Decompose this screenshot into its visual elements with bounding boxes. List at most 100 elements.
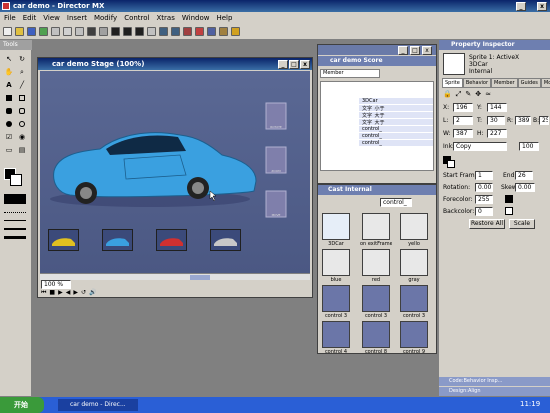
checkbox-tool-icon[interactable]: ☑ (4, 132, 14, 142)
menu-view[interactable]: View (43, 14, 60, 22)
stage-canvas[interactable]: ROTATE ZOOM MOVE (40, 71, 310, 273)
rewind-icon[interactable] (111, 27, 120, 36)
w-field[interactable]: 387 (453, 129, 473, 138)
property-icon[interactable] (183, 27, 192, 36)
skew-field[interactable]: 0.00 (515, 183, 535, 192)
message-icon[interactable] (219, 27, 228, 36)
save-icon[interactable] (27, 27, 36, 36)
score-collapse-button[interactable]: _ (398, 46, 408, 55)
score-sprite-row[interactable]: 文字_大于 (359, 112, 433, 119)
ellipse-icon[interactable] (17, 119, 27, 129)
find-icon[interactable] (99, 27, 108, 36)
pi-tab-movie[interactable]: Movie (540, 78, 550, 88)
pi-tab-behavior[interactable]: Behavior (462, 78, 492, 88)
undo-icon[interactable] (87, 27, 96, 36)
score-sprite-row[interactable]: 3DCar (359, 98, 433, 105)
cast-member-thumbnail[interactable] (400, 321, 428, 348)
background-color-swatch[interactable] (10, 174, 22, 186)
loop-icon[interactable]: ↺ (81, 289, 86, 297)
menu-xtras[interactable]: Xtras (157, 14, 175, 22)
cast-member-thumbnail[interactable] (322, 321, 350, 348)
hand-tool-icon[interactable]: ✋ (4, 67, 14, 77)
end-frame-field[interactable]: 26 (515, 171, 533, 180)
rotate-tool-icon[interactable]: ↻ (17, 54, 27, 64)
blue-car-thumbnail[interactable] (102, 229, 133, 251)
red-car-thumbnail[interactable] (156, 229, 187, 251)
cast-member-thumbnail[interactable] (400, 285, 428, 312)
score-sprite-row[interactable]: 文字_小于 (359, 105, 433, 112)
cast-icon[interactable] (159, 27, 168, 36)
score-sprite-row[interactable]: control_ (359, 126, 433, 133)
menu-edit[interactable]: Edit (23, 14, 37, 22)
car-3d-model[interactable] (50, 132, 257, 207)
rewind-icon[interactable]: ⏮ (41, 289, 46, 297)
pi-tab-sprite[interactable]: Sprite (442, 78, 463, 88)
button-tool-icon[interactable]: ▭ (4, 145, 14, 155)
moveable-icon[interactable]: ✥ (475, 90, 481, 99)
scale-button[interactable]: Scale (509, 219, 535, 229)
cast-member-thumbnail[interactable] (362, 285, 390, 312)
menu-file[interactable]: File (4, 14, 16, 22)
pi-tab-member[interactable]: Member (491, 78, 518, 88)
cut-icon[interactable] (51, 27, 60, 36)
menu-insert[interactable]: Insert (67, 14, 87, 22)
copy-icon[interactable] (63, 27, 72, 36)
close-button[interactable]: x (537, 2, 547, 11)
stop-icon[interactable]: ■ (49, 289, 55, 297)
line-weight-none[interactable] (4, 212, 26, 213)
cast-member-thumbnail[interactable] (322, 249, 350, 276)
score-max-button[interactable]: □ (410, 46, 420, 55)
rotate-nav-button[interactable]: ROTATE (265, 102, 287, 130)
lock-icon[interactable]: 🔒 (443, 90, 452, 99)
score-member-dropdown[interactable]: Member (320, 69, 380, 78)
radio-tool-icon[interactable]: ◉ (17, 132, 27, 142)
start-frame-field[interactable]: 1 (475, 171, 493, 180)
line-weight-2[interactable] (4, 228, 26, 230)
cast-member-name-field[interactable]: control_ (380, 198, 412, 207)
cast-member-thumbnail[interactable] (362, 213, 390, 240)
stop-icon[interactable] (123, 27, 132, 36)
field-tool-icon[interactable]: ▤ (17, 145, 27, 155)
backcolor-chip[interactable] (505, 207, 513, 215)
import-icon[interactable] (39, 27, 48, 36)
cast-member-thumbnail[interactable] (362, 321, 390, 348)
stage-zoom-field[interactable]: 100 % (41, 280, 71, 289)
filled-round-rect-icon[interactable] (4, 106, 14, 116)
ink-dropdown[interactable]: Copy (453, 142, 507, 151)
line-tool-icon[interactable]: ╱ (17, 80, 27, 90)
menu-window[interactable]: Window (182, 14, 210, 22)
l-field[interactable]: 2 (453, 116, 473, 125)
step-forward-icon[interactable]: ▶ (73, 289, 78, 297)
move-nav-button[interactable]: MOVE (265, 190, 287, 218)
rect-icon[interactable] (17, 93, 27, 103)
line-weight-3[interactable] (4, 236, 26, 239)
restore-all-button[interactable]: Restore All (469, 219, 505, 229)
arrow-tool-icon[interactable]: ↖ (4, 54, 14, 64)
yellow-car-thumbnail[interactable] (48, 229, 79, 251)
cast-member-thumbnail[interactable] (400, 213, 428, 240)
rotation-field[interactable]: 0.00 (475, 183, 493, 192)
score-close-button[interactable]: x (422, 46, 432, 55)
gray-car-thumbnail[interactable] (210, 229, 241, 251)
stage-icon[interactable] (147, 27, 156, 36)
line-weight-1[interactable] (4, 220, 26, 221)
taskbar-task[interactable]: car demo - Direc... (58, 399, 138, 411)
h-field[interactable]: 227 (487, 129, 507, 138)
zoom-nav-button[interactable]: ZOOM (265, 146, 287, 174)
text-tool-icon[interactable]: A (4, 80, 14, 90)
play-icon[interactable]: ▶ (58, 289, 63, 297)
cast-member-thumbnail[interactable] (362, 249, 390, 276)
start-button[interactable]: 开始 (0, 397, 44, 413)
forecolor-chip[interactable] (505, 195, 513, 203)
scale-icon[interactable]: ⤢ (456, 90, 462, 99)
backcolor-swatch[interactable] (447, 160, 455, 168)
cast-member-thumbnail[interactable] (400, 249, 428, 276)
stage-horizontal-scrollbar[interactable] (40, 273, 310, 280)
filled-rect-icon[interactable] (4, 93, 14, 103)
cast-member-thumbnail[interactable] (322, 285, 350, 312)
score-grid[interactable]: 3DCar 文字_小于 文字_大于 文字_大于 control_ control_ cont… (320, 81, 434, 171)
backcolor-field[interactable]: 0 (475, 207, 493, 216)
stage-scroll-thumb[interactable] (190, 275, 210, 280)
help-icon[interactable] (231, 27, 240, 36)
step-back-icon[interactable]: ◀ (66, 289, 71, 297)
